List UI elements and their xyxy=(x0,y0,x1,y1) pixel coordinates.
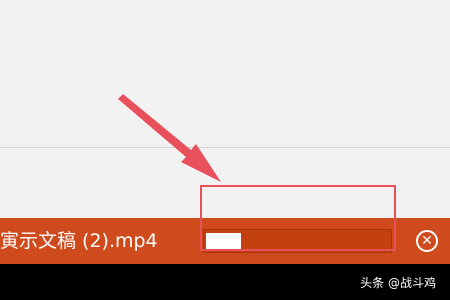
download-file-name[interactable]: 寅示文稿 (2).mp4 xyxy=(0,230,158,252)
close-circle-icon: ✕ xyxy=(421,233,433,249)
download-progress-fill xyxy=(206,233,241,249)
content-area xyxy=(0,0,450,147)
watermark-text: 头条 @战斗鸡 xyxy=(360,276,436,290)
download-progress-bar xyxy=(203,229,392,253)
close-download-button[interactable]: ✕ xyxy=(416,230,438,252)
content-area-lower xyxy=(0,148,450,218)
